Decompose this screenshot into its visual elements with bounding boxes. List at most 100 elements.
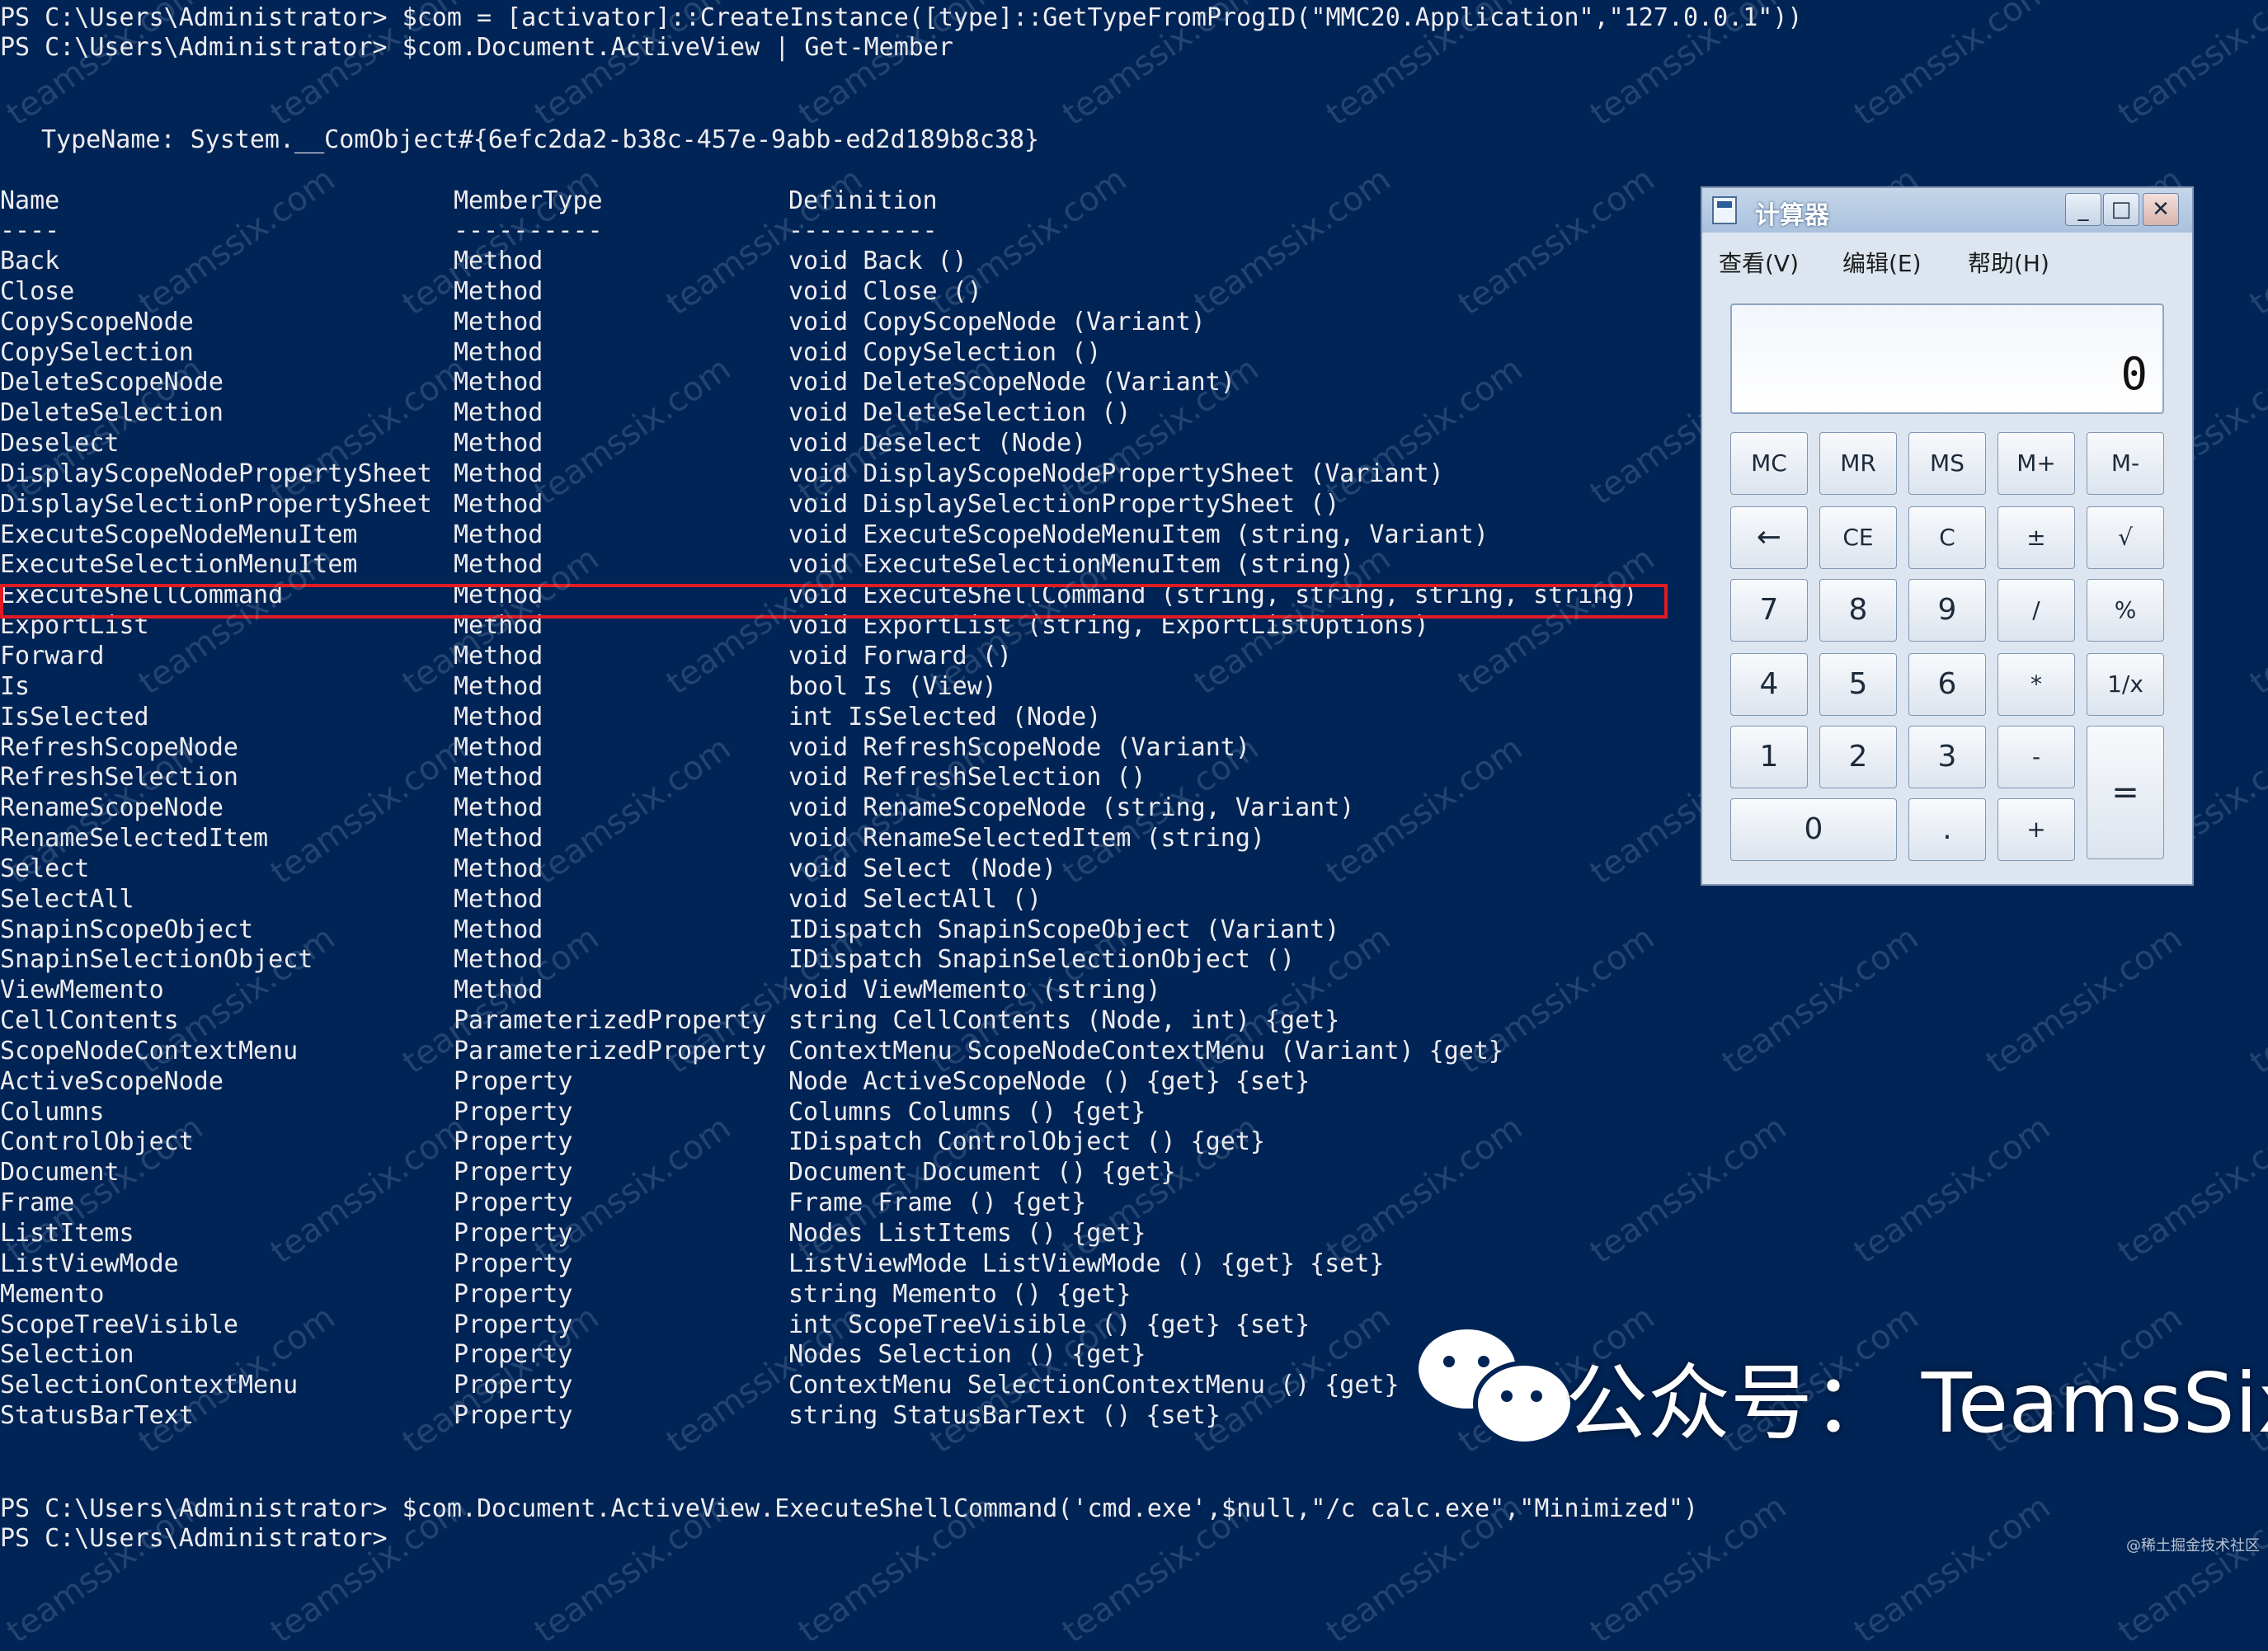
member-type: Property: [454, 1097, 573, 1127]
member-definition: void RefreshScopeNode (Variant): [788, 732, 1250, 762]
table-row: ExecuteScopeNodeMenuItem Method void Execu…: [0, 520, 1732, 551]
member-type: Property: [454, 1127, 573, 1157]
member-type: Method: [454, 398, 543, 428]
member-definition: void SelectAll (): [788, 884, 1042, 914]
corner-watermark: @稀土掘金技术社区: [2126, 1537, 2260, 1555]
member-definition: IDispatch SnapinScopeObject (Variant): [788, 915, 1340, 944]
digit-1-button[interactable]: 1: [1730, 726, 1808, 788]
calculator-titlebar[interactable]: 计算器 _ □ ✕: [1702, 188, 2192, 233]
wechat-icon-secondary: [1473, 1361, 1575, 1446]
display-value: 0: [2120, 348, 2148, 400]
member-type: Property: [454, 1158, 573, 1188]
table-row: CellContents ParameterizedProperty string …: [0, 1006, 1732, 1037]
calculator-title: 计算器: [1755, 201, 1829, 230]
table-row: SelectAll Method void SelectAll (): [0, 885, 1732, 915]
digit-6-button[interactable]: 6: [1908, 653, 1986, 716]
member-definition: void CopySelection (): [788, 337, 1102, 367]
member-definition: Node ActiveScopeNode () {get} {set}: [788, 1066, 1310, 1096]
c-button[interactable]: C: [1908, 506, 1986, 569]
minimize-button[interactable]: _: [2065, 193, 2101, 226]
plus-minus-button[interactable]: ±: [1997, 506, 2075, 569]
table-row: Memento Property string Memento () {get}: [0, 1280, 1732, 1310]
m-minus-button[interactable]: M-: [2087, 432, 2164, 495]
calculator-menubar: 查看(V) 编辑(E) 帮助(H): [1702, 238, 2192, 279]
member-name: DisplaySelectionPropertySheet: [0, 489, 432, 519]
menu-help[interactable]: 帮助(H): [1968, 246, 2049, 279]
menu-edit[interactable]: 编辑(E): [1842, 246, 1922, 279]
maximize-button[interactable]: □: [2103, 193, 2139, 226]
digit-7-button[interactable]: 7: [1730, 579, 1808, 642]
member-type: Property: [454, 1188, 573, 1218]
equals-button[interactable]: =: [2087, 726, 2164, 859]
member-type: Method: [454, 671, 543, 701]
digit-4-button[interactable]: 4: [1730, 653, 1808, 716]
member-name: Forward: [0, 641, 105, 670]
member-type: Method: [454, 520, 543, 549]
wechat-badge: 公众号： TeamsSix: [1419, 1319, 2268, 1451]
sqrt-button[interactable]: √: [2087, 506, 2164, 569]
member-type: Method: [454, 489, 543, 519]
percent-button[interactable]: %: [2087, 579, 2164, 642]
table-row: Columns Property Columns Columns () {get}: [0, 1098, 1732, 1128]
member-type: Property: [454, 1279, 573, 1309]
badge-text: 公众号： TeamsSix: [1565, 1355, 2268, 1451]
reciprocal-button[interactable]: 1/x: [2087, 653, 2164, 716]
member-definition: void CopyScopeNode (Variant): [788, 307, 1206, 336]
member-definition: void ExecuteScopeNodeMenuItem (string, V…: [788, 520, 1489, 549]
digit-9-button[interactable]: 9: [1908, 579, 1986, 642]
decimal-button[interactable]: .: [1908, 798, 1986, 861]
member-type: Method: [454, 824, 543, 854]
table-row: Back Method void Back (): [0, 247, 1732, 277]
close-button[interactable]: ✕: [2143, 193, 2179, 226]
calculator-window[interactable]: 计算器 _ □ ✕ 查看(V) 编辑(E) 帮助(H) 0 MC MR MS M…: [1701, 186, 2194, 886]
ms-button[interactable]: MS: [1908, 432, 1986, 495]
menu-view[interactable]: 查看(V): [1719, 246, 1799, 279]
member-type: Method: [454, 307, 543, 336]
calculator-icon: [1712, 196, 1737, 224]
add-button[interactable]: +: [1997, 798, 2075, 861]
member-name: Is: [0, 671, 31, 701]
member-name: IsSelected: [0, 702, 149, 731]
member-name: ActiveScopeNode: [0, 1066, 224, 1096]
member-name: Columns: [0, 1097, 105, 1127]
member-name: SnapinScopeObject: [0, 915, 254, 944]
table-row: IsSelected Method int IsSelected (Node): [0, 703, 1732, 733]
table-row: ListViewMode Property ListViewMode ListVie…: [0, 1249, 1732, 1280]
table-row: Select Method void Select (Node): [0, 854, 1732, 885]
member-definition: void Back (): [788, 247, 967, 275]
member-name: Back: [0, 247, 60, 275]
digit-3-button[interactable]: 3: [1908, 726, 1986, 788]
member-name: ExecuteScopeNodeMenuItem: [0, 520, 358, 549]
digit-2-button[interactable]: 2: [1819, 726, 1897, 788]
member-name: CellContents: [0, 1006, 179, 1036]
member-name: CopySelection: [0, 337, 194, 367]
member-type: Method: [454, 702, 543, 731]
member-definition: void DeleteScopeNode (Variant): [788, 368, 1235, 397]
digit-0-button[interactable]: 0: [1730, 798, 1897, 861]
member-type: Method: [454, 884, 543, 914]
digit-8-button[interactable]: 8: [1819, 579, 1897, 642]
command-line-3: PS C:\Users\Administrator> $com.Document…: [0, 1494, 1699, 1523]
table-row: CopySelection Method void CopySelection (): [0, 338, 1732, 369]
backspace-button[interactable]: ←: [1730, 506, 1808, 569]
member-type: Method: [454, 915, 543, 944]
subtract-button[interactable]: -: [1997, 726, 2075, 788]
member-type: Method: [454, 337, 543, 367]
digit-5-button[interactable]: 5: [1819, 653, 1897, 716]
mr-button[interactable]: MR: [1819, 432, 1897, 495]
header-name: Name: [0, 186, 60, 215]
member-type: Method: [454, 793, 543, 823]
mc-button[interactable]: MC: [1730, 432, 1808, 495]
table-row: SnapinScopeObject Method IDispatch SnapinS…: [0, 915, 1732, 946]
ce-button[interactable]: CE: [1819, 506, 1897, 569]
member-type: Method: [454, 763, 543, 793]
multiply-button[interactable]: *: [1997, 653, 2075, 716]
member-name: ViewMemento: [0, 976, 164, 1005]
member-definition: int IsSelected (Node): [788, 702, 1102, 731]
separator-name: ----: [0, 216, 60, 245]
m-plus-button[interactable]: M+: [1997, 432, 2075, 495]
divide-button[interactable]: /: [1997, 579, 2075, 642]
member-definition: ContextMenu ScopeNodeContextMenu (Varian…: [788, 1036, 1503, 1065]
member-type: Method: [454, 550, 543, 580]
member-name: Close: [0, 276, 75, 306]
